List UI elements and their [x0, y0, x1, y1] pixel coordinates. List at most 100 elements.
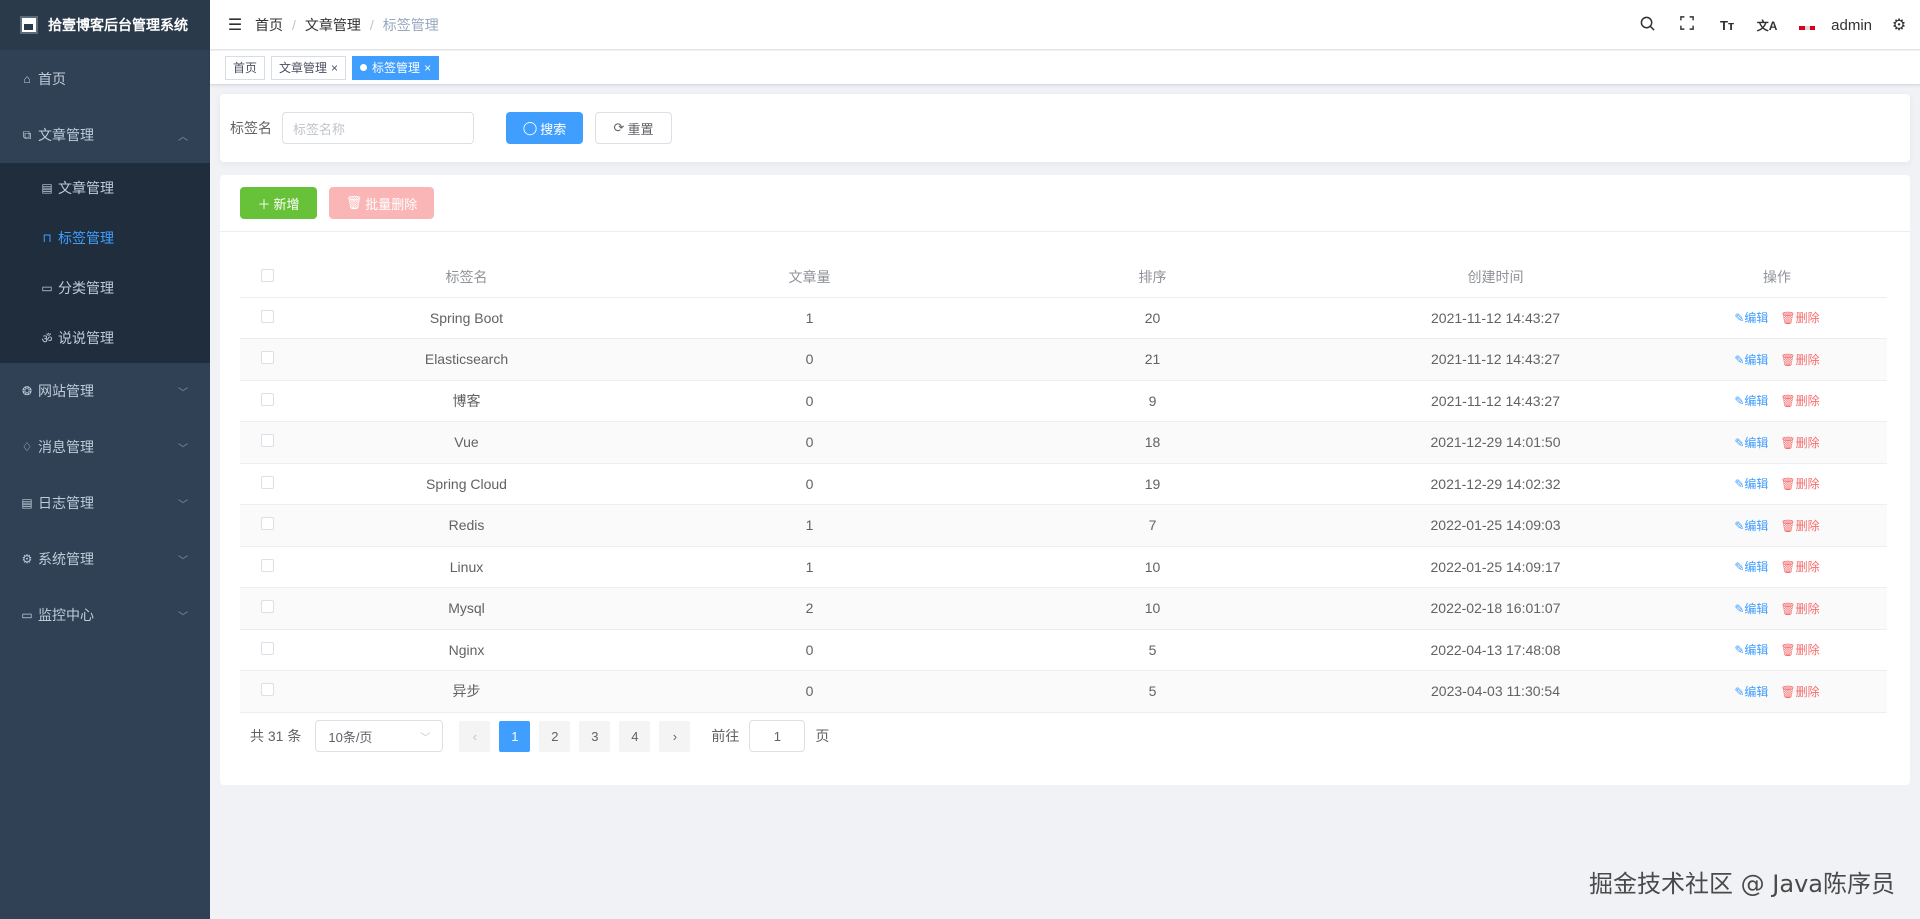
- edit-button[interactable]: ✎编辑: [1734, 602, 1768, 616]
- delete-button[interactable]: 🗑删除: [1780, 643, 1819, 657]
- edit-button[interactable]: ✎编辑: [1734, 685, 1768, 699]
- row-checkbox[interactable]: [261, 600, 274, 614]
- edit-button[interactable]: ✎编辑: [1734, 643, 1768, 657]
- row-checkbox[interactable]: [261, 641, 274, 655]
- sidebar-item-label: 消息管理: [38, 439, 94, 455]
- tag-home[interactable]: 首页: [225, 55, 266, 80]
- row-select-cell[interactable]: [240, 297, 295, 339]
- edit-button[interactable]: ✎编辑: [1734, 436, 1768, 450]
- row-select-cell[interactable]: [240, 463, 295, 505]
- row-checkbox[interactable]: [261, 392, 274, 406]
- sidebar-item-label: 说说管理: [58, 330, 114, 346]
- delete-button[interactable]: 🗑删除: [1780, 519, 1819, 533]
- edit-button[interactable]: ✎编辑: [1734, 560, 1768, 574]
- breadcrumb-home[interactable]: 首页: [255, 15, 283, 35]
- batch-delete-button[interactable]: 🗑 批量删除: [329, 187, 434, 219]
- sidebar-item-label: 文章管理: [58, 180, 114, 196]
- row-select-cell[interactable]: [240, 587, 295, 630]
- page-suffix: 页: [815, 728, 830, 744]
- row-checkbox[interactable]: [261, 475, 274, 489]
- row-checkbox[interactable]: [261, 309, 274, 323]
- tag-article-management[interactable]: 文章管理 ×: [271, 55, 347, 80]
- sidebar-item-logs[interactable]: ▤ 日志管理 ﹀: [0, 475, 210, 531]
- trash-icon: 🗑: [1780, 352, 1796, 367]
- sidebar-item-category-management[interactable]: ▭ 分类管理: [0, 263, 210, 313]
- delete-button[interactable]: 🗑删除: [1780, 311, 1819, 325]
- translate-icon[interactable]: 文A: [1747, 17, 1787, 34]
- close-icon[interactable]: ×: [424, 57, 431, 79]
- row-checkbox[interactable]: [261, 351, 274, 365]
- font-size-icon[interactable]: Tт: [1707, 18, 1747, 33]
- delete-button[interactable]: 🗑删除: [1780, 477, 1819, 491]
- cell-article-count: 0: [638, 670, 981, 713]
- search-button[interactable]: ◯ 搜索: [506, 112, 583, 144]
- log-icon: ▤: [21, 496, 33, 510]
- delete-button[interactable]: 🗑删除: [1780, 560, 1819, 574]
- page-button[interactable]: 3: [579, 720, 611, 752]
- user-name[interactable]: admin: [1831, 17, 1872, 34]
- delete-button[interactable]: 🗑删除: [1780, 394, 1819, 408]
- page-size-select[interactable]: 10条/页 ﹀: [315, 720, 444, 752]
- cell-tag-name: Elasticsearch: [295, 338, 638, 381]
- select-all-checkbox[interactable]: [261, 268, 274, 282]
- delete-button[interactable]: 🗑删除: [1780, 602, 1819, 616]
- row-select-cell[interactable]: [240, 421, 295, 464]
- tag-label: 首页: [233, 60, 258, 75]
- breadcrumb-article[interactable]: 文章管理: [305, 15, 361, 35]
- row-checkbox[interactable]: [261, 683, 274, 697]
- prev-page-button[interactable]: ‹: [459, 720, 491, 752]
- cell-article-count: 1: [638, 504, 981, 547]
- delete-button[interactable]: 🗑删除: [1780, 685, 1819, 699]
- hamburger-menu-icon[interactable]: ☰: [215, 15, 255, 35]
- row-checkbox[interactable]: [261, 517, 274, 531]
- sidebar-item-website[interactable]: ❂ 网站管理 ﹀: [0, 363, 210, 419]
- edit-button[interactable]: ✎编辑: [1734, 519, 1768, 533]
- page-button[interactable]: 1: [499, 720, 531, 752]
- tag-name-input[interactable]: 标签名称: [282, 112, 474, 144]
- row-select-cell[interactable]: [240, 504, 295, 547]
- page-button[interactable]: 4: [619, 720, 651, 752]
- edit-button[interactable]: ✎编辑: [1734, 477, 1768, 491]
- cell-sort: 21: [981, 338, 1324, 381]
- select-all-cell[interactable]: [240, 257, 295, 298]
- sidebar-item-home[interactable]: ⌂ 首页: [0, 51, 210, 107]
- edit-button[interactable]: ✎编辑: [1734, 353, 1768, 367]
- row-select-cell[interactable]: [240, 629, 295, 671]
- reset-button[interactable]: ⟳ 重置: [595, 112, 672, 144]
- close-icon[interactable]: ×: [331, 57, 338, 79]
- sidebar-item-tag-management[interactable]: ⊓ 标签管理: [0, 213, 210, 263]
- search-form: 标签名 标签名称 ◯ 搜索 ⟳ 重置: [220, 94, 1910, 162]
- row-select-cell[interactable]: [240, 670, 295, 713]
- logo[interactable]: 拾壹博客后台管理系统: [0, 0, 210, 50]
- page-button[interactable]: 2: [539, 720, 571, 752]
- delete-button[interactable]: 🗑删除: [1780, 353, 1819, 367]
- sidebar-item-article-management[interactable]: ⧉ 文章管理 ︿: [0, 107, 210, 163]
- add-button[interactable]: ＋ 新增: [240, 187, 317, 219]
- cell-article-count: 0: [638, 338, 981, 381]
- goto-page-input[interactable]: 1: [749, 720, 806, 752]
- article-icon: ⧉: [22, 127, 32, 142]
- next-page-button[interactable]: ›: [659, 720, 691, 752]
- avatar[interactable]: [1787, 17, 1827, 34]
- sidebar-item-messages[interactable]: ♢ 消息管理 ﹀: [0, 419, 210, 475]
- fullscreen-icon[interactable]: [1667, 16, 1707, 34]
- sidebar-item-monitor[interactable]: ▭ 监控中心 ﹀: [0, 587, 210, 643]
- cell-actions: ✎编辑 🗑删除: [1667, 587, 1887, 630]
- edit-label: 编辑: [1744, 518, 1769, 533]
- edit-button[interactable]: ✎编辑: [1734, 394, 1768, 408]
- cell-actions: ✎编辑 🗑删除: [1667, 463, 1887, 505]
- search-icon[interactable]: [1627, 16, 1667, 35]
- sidebar-item-moments-management[interactable]: ॐ 说说管理: [0, 313, 210, 363]
- row-select-cell[interactable]: [240, 380, 295, 422]
- row-select-cell[interactable]: [240, 338, 295, 381]
- row-checkbox[interactable]: [261, 558, 274, 572]
- gear-icon[interactable]: ⚙: [1886, 15, 1912, 35]
- sidebar-item-article-list[interactable]: ▤ 文章管理: [0, 163, 210, 213]
- row-select-cell[interactable]: [240, 546, 295, 588]
- edit-button[interactable]: ✎编辑: [1734, 311, 1768, 325]
- sidebar-item-system[interactable]: ⚙ 系统管理 ﹀: [0, 531, 210, 587]
- delete-button[interactable]: 🗑删除: [1780, 436, 1819, 450]
- tag-tag-management[interactable]: 标签管理 ×: [352, 55, 440, 80]
- cell-tag-name: 异步: [295, 670, 638, 713]
- row-checkbox[interactable]: [261, 434, 274, 448]
